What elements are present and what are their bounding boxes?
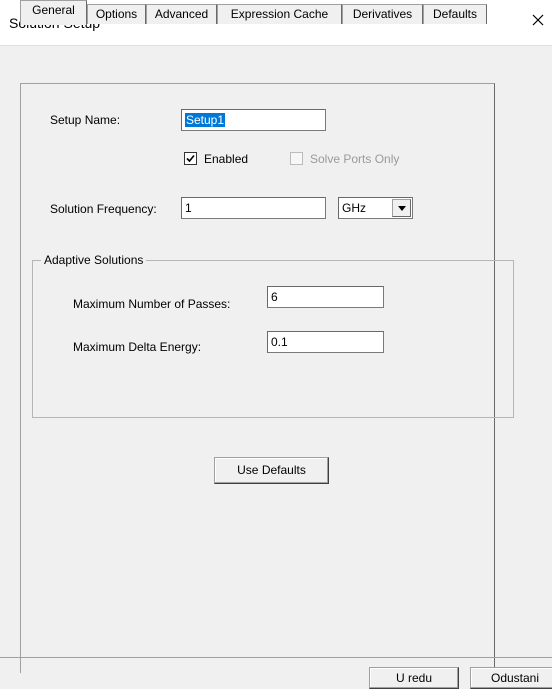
dropdown-arrow-icon[interactable] xyxy=(392,199,411,217)
tab-derivatives[interactable]: Derivatives xyxy=(342,4,423,24)
frequency-unit-value: GHz xyxy=(342,201,366,215)
use-defaults-button[interactable]: Use Defaults xyxy=(214,457,329,484)
max-passes-value: 6 xyxy=(271,290,278,304)
close-icon[interactable] xyxy=(526,8,550,32)
enabled-label: Enabled xyxy=(204,152,249,166)
tab-advanced[interactable]: Advanced xyxy=(146,4,217,24)
tab-options[interactable]: Options xyxy=(87,4,146,24)
adaptive-solutions-title: Adaptive Solutions xyxy=(41,253,147,267)
solution-frequency-input[interactable]: 1 xyxy=(181,197,326,219)
setup-name-value: Setup1 xyxy=(185,113,226,127)
enabled-checkbox[interactable] xyxy=(184,152,197,165)
max-delta-energy-label: Maximum Delta Energy: xyxy=(73,340,202,354)
max-delta-energy-value: 0.1 xyxy=(271,335,288,349)
solve-ports-only-label: Solve Ports Only xyxy=(310,152,400,166)
ok-button[interactable]: U redu xyxy=(369,667,459,689)
setup-name-input[interactable]: Setup1 xyxy=(181,109,326,131)
max-delta-energy-input[interactable]: 0.1 xyxy=(267,331,384,353)
tab-defaults[interactable]: Defaults xyxy=(423,4,487,24)
tab-expression-cache[interactable]: Expression Cache xyxy=(217,4,342,24)
solve-ports-only-checkbox[interactable] xyxy=(290,152,303,165)
cancel-button[interactable]: Odustani xyxy=(470,667,552,689)
solution-frequency-label: Solution Frequency: xyxy=(50,202,157,216)
max-passes-label: Maximum Number of Passes: xyxy=(73,297,231,311)
footer-divider xyxy=(0,657,552,658)
tab-general[interactable]: General xyxy=(20,0,87,25)
solution-frequency-value: 1 xyxy=(185,201,192,215)
max-passes-input[interactable]: 6 xyxy=(267,286,384,308)
setup-name-label: Setup Name: xyxy=(50,113,121,127)
frequency-unit-select[interactable]: GHz xyxy=(338,197,413,219)
checkmark-icon xyxy=(186,154,195,163)
